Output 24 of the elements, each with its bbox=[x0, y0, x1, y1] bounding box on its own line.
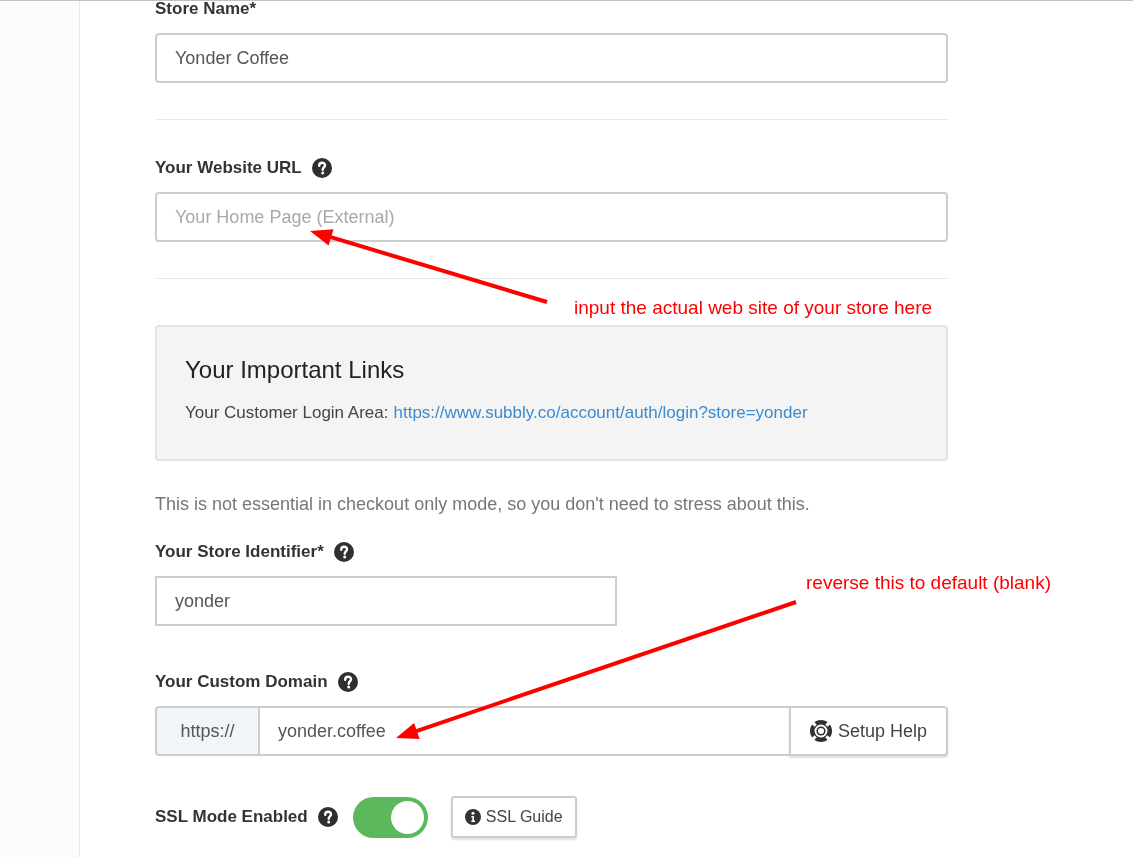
field-label: SSL Mode Enabled bbox=[155, 806, 308, 828]
url-prefix: https:// bbox=[155, 706, 260, 756]
field-label: Your Custom Domain bbox=[155, 671, 328, 693]
lifebuoy-icon bbox=[809, 720, 832, 742]
panel-title: Your Important Links bbox=[185, 355, 405, 385]
info-icon bbox=[464, 809, 481, 825]
ssl-guide-button[interactable]: SSL Guide bbox=[450, 796, 577, 838]
help-icon[interactable] bbox=[311, 158, 332, 178]
annotation-text: input the actual web site of your store here bbox=[574, 296, 933, 320]
help-icon[interactable] bbox=[337, 672, 358, 692]
field-label: Your Website URL bbox=[155, 157, 302, 179]
text-input[interactable]: Your Home Page (External) bbox=[155, 192, 948, 242]
text-input[interactable]: yonder bbox=[155, 576, 617, 626]
text-input[interactable]: Yonder Coffee bbox=[155, 33, 948, 83]
login-area-label: Your Customer Login Area: bbox=[185, 403, 389, 422]
help-text: This is not essential in checkout only mode, so you don't need to stress about this. bbox=[155, 493, 811, 516]
help-icon[interactable] bbox=[317, 807, 338, 827]
field-label: Your Store Identifier* bbox=[155, 541, 324, 563]
text-input[interactable]: yonder.coffee bbox=[260, 706, 789, 756]
help-icon[interactable] bbox=[333, 542, 354, 562]
annotation-text: reverse this to default (blank) bbox=[806, 571, 1051, 595]
field-label: Store Name* bbox=[155, 1, 257, 20]
setup-help-button[interactable]: Setup Help bbox=[789, 706, 948, 756]
toggle-switch[interactable] bbox=[352, 796, 428, 838]
